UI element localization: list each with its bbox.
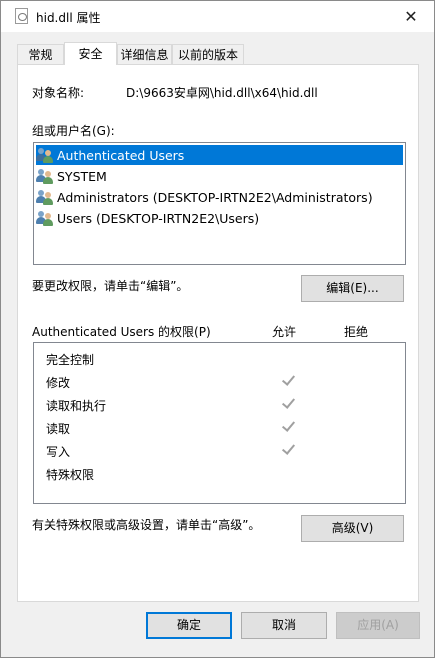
allow-check-icon [281,419,295,433]
advanced-hint: 有关特殊权限或高级设置，请单击“高级”。 [32,518,261,532]
allow-check-icon [281,396,295,410]
allow-header: 允许 [272,325,297,339]
title-bar[interactable]: hid.dll 属性 ✕ [1,1,434,32]
tab-general[interactable]: 常规 [17,44,64,64]
advanced-button[interactable]: 高级(V) [301,515,404,542]
permission-name: 读取 [46,422,71,436]
close-icon[interactable]: ✕ [388,1,434,32]
permission-row-write: 写入 [34,440,405,462]
permission-name: 特殊权限 [46,468,95,482]
object-name-value: D:\9663安卓网\hid.dll\x64\hid.dll [126,86,318,100]
list-item-administrators[interactable]: Administrators (DESKTOP-IRTN2E2\Administ… [36,187,403,207]
permission-row-read: 读取 [34,417,405,439]
permission-name: 完全控制 [46,353,95,367]
edit-hint: 要更改权限，请单击“编辑”。 [32,279,189,293]
properties-dialog: hid.dll 属性 ✕ 常规 安全 详细信息 以前的版本 对象名称: D:\9… [0,0,435,658]
user-name: SYSTEM [57,168,107,184]
permission-name: 修改 [46,376,71,390]
users-group-icon [36,147,54,163]
edit-button[interactable]: 编辑(E)... [301,275,404,302]
user-name: Users (DESKTOP-IRTN2E2\Users) [57,210,260,226]
group-label: 组或用户名(G): [32,124,115,138]
list-item-system[interactable]: SYSTEM [36,166,403,186]
permission-row-special: 特殊权限 [34,463,405,485]
permission-row-full-control: 完全控制 [34,348,405,370]
user-name: Administrators (DESKTOP-IRTN2E2\Administ… [57,189,373,205]
apply-button[interactable]: 应用(A) [336,612,420,639]
ok-button[interactable]: 确定 [146,612,232,639]
list-item-authenticated-users[interactable]: Authenticated Users [36,145,403,165]
allow-check-icon [281,442,295,456]
permissions-list: 完全控制 修改 读取和执行 读取 写入 特殊权限 [33,342,406,504]
permission-row-modify: 修改 [34,371,405,393]
file-icon [15,8,28,24]
allow-check-icon [281,373,295,387]
user-name: Authenticated Users [57,147,185,163]
security-panel: 对象名称: D:\9663安卓网\hid.dll\x64\hid.dll 组或用… [17,64,419,602]
tab-security[interactable]: 安全 [64,42,117,65]
deny-header: 拒绝 [344,325,369,339]
list-item-users[interactable]: Users (DESKTOP-IRTN2E2\Users) [36,208,403,228]
window-title: hid.dll 属性 [36,11,101,25]
users-group-icon [36,210,54,226]
cancel-button[interactable]: 取消 [241,612,327,639]
tab-details[interactable]: 详细信息 [117,44,172,64]
tab-previous-versions[interactable]: 以前的版本 [172,44,244,64]
permissions-label: Authenticated Users 的权限(P) [32,325,211,339]
object-name-label: 对象名称: [32,86,85,100]
users-group-icon [36,168,54,184]
permission-name: 读取和执行 [46,399,107,413]
users-group-icon [36,189,54,205]
dialog-footer: 确定 取消 应用(A) [1,612,434,642]
users-listbox[interactable]: Authenticated Users SYSTEM Administrator… [33,142,406,265]
permission-name: 写入 [46,445,71,459]
permission-row-read-execute: 读取和执行 [34,394,405,416]
